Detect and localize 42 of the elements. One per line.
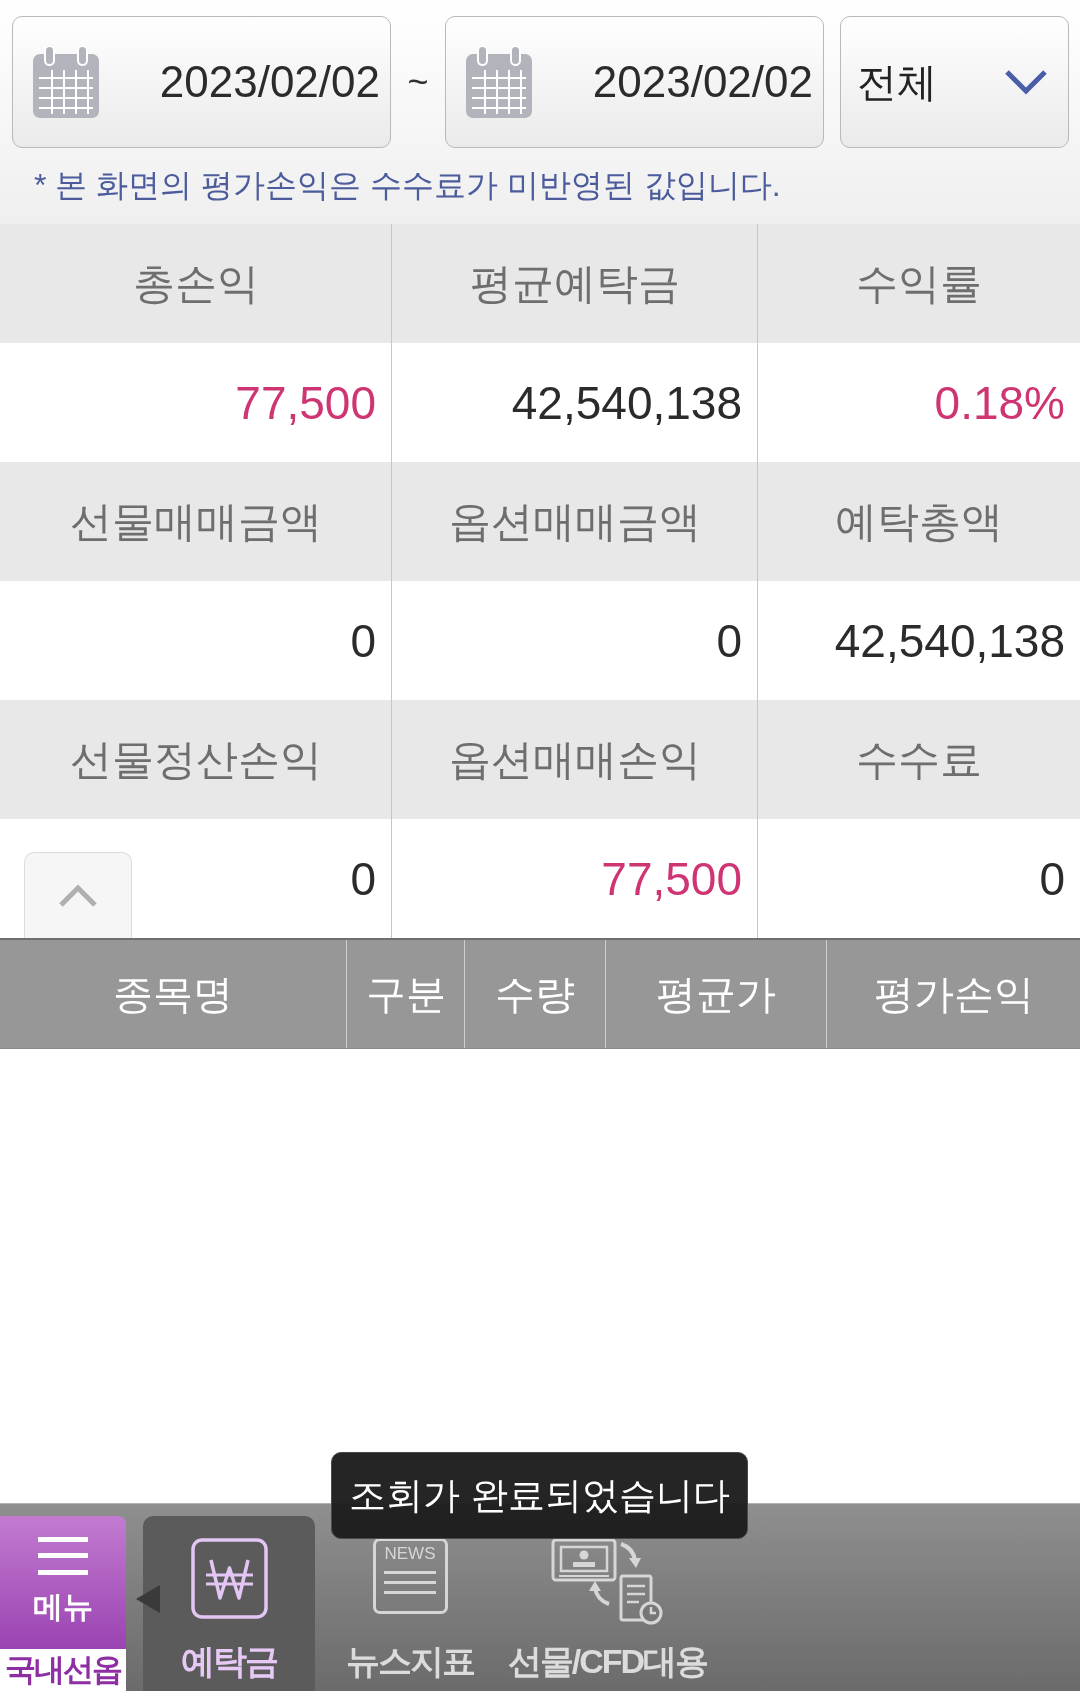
summary-value: 42,540,138 <box>834 613 1065 668</box>
chevron-down-icon <box>1004 69 1048 95</box>
filter-dropdown[interactable]: 전체 <box>840 16 1069 148</box>
notice-text: * 본 화면의 평가손익은 수수료가 미반영된 값입니다. <box>34 166 781 205</box>
summary-value: 42,540,138 <box>511 375 742 430</box>
summary-header-cell: 평균예탁금 <box>391 224 757 343</box>
calendar-icon <box>466 46 532 118</box>
summary-header-cell: 옵션매매금액 <box>391 462 757 581</box>
summary-header-cell: 수익률 <box>757 224 1080 343</box>
column-header: 수량 <box>464 940 605 1048</box>
chevron-up-icon <box>58 883 98 908</box>
summary-header-cell: 선물매매금액 <box>0 462 391 581</box>
calendar-icon <box>33 46 99 118</box>
summary-value: 0 <box>1039 851 1065 906</box>
column-header: 평균가 <box>605 940 826 1048</box>
section-label: 국내선옵 <box>0 1649 126 1691</box>
left-triangle-icon <box>136 1585 160 1613</box>
summary-value: 0.18% <box>934 375 1065 430</box>
nav-tab[interactable]: 예탁금 <box>143 1516 315 1691</box>
document-exchange-icon <box>550 1538 665 1626</box>
collapse-button[interactable] <box>24 852 132 938</box>
menu-button[interactable]: 메뉴 <box>0 1516 126 1649</box>
summary-value: 77,500 <box>601 851 742 906</box>
column-header: 구분 <box>346 940 464 1048</box>
start-date-field[interactable]: 2023/02/02 <box>12 16 391 148</box>
summary-header-cell: 수수료 <box>757 700 1080 819</box>
summary-value: 0 <box>350 613 376 668</box>
end-date-field[interactable]: 2023/02/02 <box>445 16 824 148</box>
summary-header-cell: 옵션매매손익 <box>391 700 757 819</box>
column-header: 평가손익 <box>826 940 1080 1048</box>
column-header: 종목명 <box>0 940 346 1048</box>
summary-header-cell: 예탁총액 <box>757 462 1080 581</box>
toast-message: 조회가 완료되었습니다 <box>331 1452 748 1539</box>
menu-icon <box>38 1537 88 1575</box>
summary-value: 0 <box>716 613 742 668</box>
range-separator: ~ <box>406 61 430 103</box>
newspaper-title: NEWS <box>384 1544 436 1564</box>
won-sign-icon <box>190 1538 268 1619</box>
summary-header-cell: 선물정산손익 <box>0 700 391 819</box>
summary-value: 0 <box>350 851 376 906</box>
summary-value: 77,500 <box>235 375 376 430</box>
summary-header-cell: 총손익 <box>0 224 391 343</box>
